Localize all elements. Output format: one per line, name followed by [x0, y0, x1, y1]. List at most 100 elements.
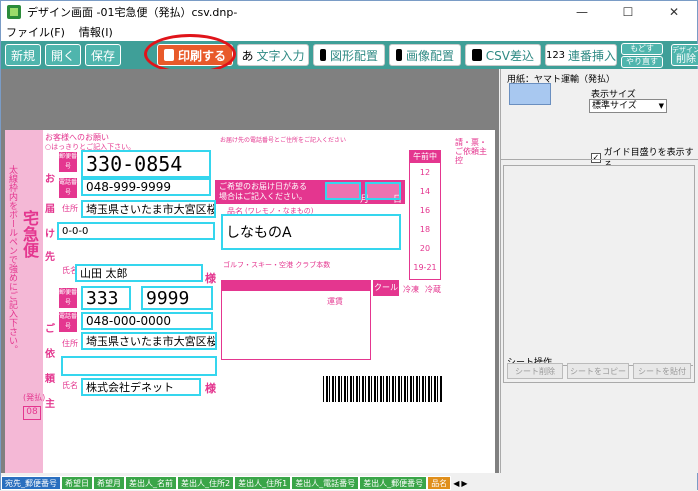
tab-scroll-right-icon[interactable]: ▶	[461, 479, 467, 488]
from-address-field[interactable]: 埼玉県さいたま市大宮区桜木町	[81, 332, 217, 350]
image-button[interactable]: 画像配置	[389, 44, 461, 66]
from-name-label: 氏名	[62, 381, 78, 390]
side-date: 08	[23, 406, 41, 420]
side-hint: 太線枠内をボールペンで強めにご記入下さい。	[7, 165, 17, 354]
time-19-21: 19-21	[413, 263, 437, 272]
from-phone-label: 電話番号	[59, 312, 78, 332]
from-honorific: 様	[205, 382, 216, 395]
display-size-value: 標準サイズ	[592, 101, 637, 111]
shape-button[interactable]: 図形配置	[313, 44, 385, 66]
design-canvas[interactable]: 太線枠内をボールペンで強めにご記入下さい。 宅急便 (発払) 08 お客様へのお…	[1, 69, 499, 473]
side-kana-saki: 先	[45, 252, 55, 263]
print-button[interactable]: 印刷する	[157, 44, 233, 66]
chevron-down-icon: ▼	[658, 102, 664, 110]
tab-scroll-left-icon[interactable]: ◀	[453, 479, 459, 488]
tab-from-zip[interactable]: 差出人_郵便番号	[359, 476, 428, 490]
cool-chilled: 冷蔵	[425, 285, 441, 294]
side-kana-rai: 頼	[45, 374, 55, 385]
to-address1-field[interactable]: 埼玉県さいたま市大宮区桜木町	[81, 200, 216, 218]
to-zip-field[interactable]: 330-0854	[81, 150, 211, 178]
side-hatsu: (発払)	[23, 393, 46, 402]
from-phone-field[interactable]: 048-000-0000	[81, 312, 213, 330]
field-tabs: 宛先_郵便番号 希望日 希望月 差出人_名前 差出人_住所2 差出人_住所1 差…	[1, 475, 697, 491]
to-phone-field[interactable]: 048-999-9999	[81, 178, 211, 196]
open-button[interactable]: 開く	[45, 44, 81, 66]
cool-label: クール	[373, 280, 399, 296]
cool-frozen: 冷凍	[403, 285, 419, 294]
text-icon: あ	[241, 48, 254, 63]
from-zip1-field[interactable]: 333	[81, 286, 131, 310]
serial-icon: 123	[545, 49, 566, 61]
from-address2-field[interactable]	[61, 356, 217, 376]
minimize-button[interactable]: —	[559, 1, 605, 23]
to-name-field[interactable]: 山田 太郎	[75, 264, 203, 282]
undo-button[interactable]: もどす	[621, 42, 663, 55]
delete-design-button[interactable]: デザイン 削除	[671, 44, 698, 66]
misc-label: ゴルフ・スキー・空港 クラブ本数	[223, 261, 331, 269]
side-panel: 用紙：ヤマト運輸（発払） 表示サイズ 標準サイズ ▼ ✓ ガイド目盛りを表示する…	[500, 69, 698, 473]
display-size-select[interactable]: 標準サイズ ▼	[589, 99, 667, 113]
to-address2-field[interactable]: 0-0-0	[57, 222, 215, 240]
serial-button[interactable]: 123 連番挿入	[545, 44, 617, 66]
from-name-field[interactable]: 株式会社デネット	[81, 378, 201, 396]
menu-file[interactable]: ファイル(F)	[6, 24, 65, 40]
sheet-paste-button[interactable]: シートを貼付	[633, 363, 691, 379]
sheet-copy-button[interactable]: シートをコピー	[567, 363, 629, 379]
app-window: デザイン画面 -01宅急便（発払）csv.dnp- — ☐ ✕ ファイル(F) …	[0, 0, 698, 491]
sheet-delete-button[interactable]: シート削除	[507, 363, 563, 379]
from-zip2-field[interactable]: 9999	[141, 286, 213, 310]
csv-label: CSV差込	[485, 48, 534, 63]
tab-desired-day[interactable]: 希望日	[61, 476, 93, 490]
toolbar: 新規 開く 保存 印刷する あ 文字入力 図形配置 画像配置 CSV差込 123…	[1, 41, 698, 69]
shape-icon	[320, 49, 326, 61]
guide-checkbox[interactable]: ✓	[591, 153, 601, 163]
delivery-day-field[interactable]	[365, 182, 401, 200]
maximize-button[interactable]: ☐	[605, 1, 651, 23]
paper-preview	[509, 83, 551, 105]
side-kana-nushi: 主	[45, 399, 55, 410]
fare-label: 運賃	[327, 297, 343, 306]
fare-header	[222, 281, 370, 291]
tab-from-phone[interactable]: 差出人_電話番号	[291, 476, 360, 490]
window-title: デザイン画面 -01宅急便（発払）csv.dnp-	[27, 6, 238, 19]
tab-to-zip[interactable]: 宛先_郵便番号	[1, 476, 61, 490]
time-12: 12	[419, 168, 431, 177]
shape-label: 図形配置	[329, 48, 378, 63]
tab-from-address1[interactable]: 差出人_住所1	[234, 476, 292, 490]
redo-button[interactable]: やり直す	[621, 55, 663, 68]
tab-from-address2[interactable]: 差出人_住所2	[177, 476, 235, 490]
csv-button[interactable]: CSV差込	[465, 44, 541, 66]
save-button[interactable]: 保存	[85, 44, 121, 66]
print-label: 印刷する	[177, 48, 226, 63]
text-input-label: 文字入力	[256, 48, 305, 63]
title-bar: デザイン画面 -01宅急便（発払）csv.dnp- — ☐ ✕	[1, 1, 697, 23]
divider	[501, 159, 698, 160]
side-kana-ke: け	[45, 229, 55, 240]
camera-icon	[396, 49, 402, 61]
time-16: 16	[419, 206, 431, 215]
time-18: 18	[419, 225, 431, 234]
csv-icon	[472, 49, 482, 61]
menu-info[interactable]: 情報(I)	[79, 24, 113, 40]
serial-label: 連番挿入	[568, 48, 617, 63]
text-input-button[interactable]: あ 文字入力	[237, 44, 309, 66]
tab-from-name[interactable]: 差出人_名前	[125, 476, 177, 490]
delivery-month-field[interactable]	[325, 182, 361, 200]
undo-redo-group: もどす やり直す	[621, 42, 667, 68]
time-box: 午前中 12 14 16 18 20 19-21	[409, 150, 441, 280]
tab-desired-month[interactable]: 希望月	[93, 476, 125, 490]
side-kana-o: お	[45, 174, 55, 185]
sheet-area	[503, 165, 695, 383]
fare-table	[221, 280, 371, 360]
side-kana-i: 依	[45, 349, 55, 360]
to-address-label: 住所	[62, 204, 78, 213]
close-button[interactable]: ✕	[651, 1, 697, 23]
item-field[interactable]: しなものA	[221, 214, 401, 250]
to-phone-label: 電話番号	[59, 178, 78, 198]
new-button[interactable]: 新規	[5, 44, 41, 66]
tab-item[interactable]: 品名	[427, 476, 452, 490]
receipt-label: 請・票・ご依頼主控	[455, 138, 487, 165]
delete-line2: 削除	[676, 54, 696, 65]
printer-icon	[164, 49, 174, 61]
time-14: 14	[419, 187, 431, 196]
